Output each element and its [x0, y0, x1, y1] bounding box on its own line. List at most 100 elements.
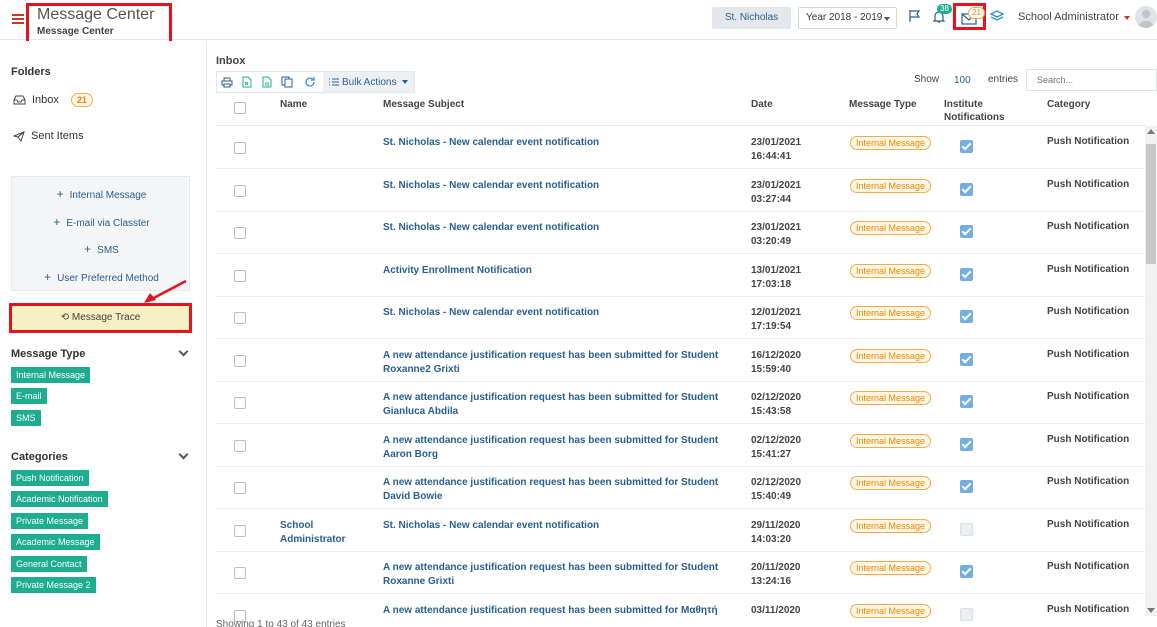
row-checkbox[interactable]	[234, 312, 246, 324]
year-select[interactable]: Year 2018 - 2019	[798, 7, 897, 29]
select-all-checkbox[interactable]	[234, 102, 246, 114]
scroll-down-icon[interactable]	[1147, 608, 1155, 613]
flag-icon[interactable]	[908, 9, 922, 23]
row-subject-link[interactable]: St. Nicholas - New calendar event notifi…	[383, 519, 733, 533]
row-checkbox[interactable]	[234, 524, 246, 537]
table-row[interactable]: St. Nicholas - New calendar event notifi…	[216, 127, 1146, 169]
row-checkbox[interactable]	[234, 567, 246, 579]
row-checkbox[interactable]	[234, 142, 246, 154]
sidebar-item-sent[interactable]: Sent Items	[13, 130, 84, 142]
table-row[interactable]: St. Nicholas - New calendar event notifi…	[216, 212, 1146, 254]
table-scrollbar[interactable]	[1145, 126, 1157, 616]
message-type-badge: Internal Message	[850, 561, 932, 575]
row-subject-link[interactable]: St. Nicholas - New calendar event notifi…	[383, 179, 733, 193]
filter-tag-academic-notification[interactable]: Academic Notification	[11, 491, 108, 507]
bulk-actions-button[interactable]: Bulk Actions	[323, 72, 415, 92]
refresh-button[interactable]	[297, 72, 323, 92]
copy-button[interactable]	[277, 72, 297, 92]
row-checkbox[interactable]	[234, 269, 246, 282]
table-row[interactable]: A new attendance justification request h…	[216, 425, 1146, 467]
folders-heading: Folders	[11, 66, 51, 78]
user-menu-name[interactable]: School Administrator	[1018, 11, 1119, 23]
compose-sms[interactable]: + SMS	[12, 242, 191, 256]
plus-icon: +	[44, 270, 52, 284]
chevron-down-icon[interactable]	[1124, 16, 1130, 20]
row-checkbox[interactable]	[234, 354, 246, 367]
chevron-down-icon[interactable]	[178, 346, 189, 357]
compose-internal-message[interactable]: + Internal Message	[12, 187, 191, 201]
school-selector-button[interactable]: St. Nicholas	[712, 7, 791, 29]
row-date-time: 16:44:41	[751, 151, 792, 162]
row-category: Push Notification	[1047, 433, 1130, 445]
row-subject-link[interactable]: A new attendance justification request h…	[383, 391, 733, 419]
message-type-badge: Internal Message	[850, 306, 932, 320]
table-row[interactable]: A new attendance justification request h…	[216, 552, 1146, 594]
table-row[interactable]: St. Nicholas - New calendar event notifi…	[216, 297, 1146, 339]
table-row[interactable]: School Administrator St. Nicholas - New c…	[216, 510, 1146, 552]
filter-tag-academic-message[interactable]: Academic Message	[11, 534, 100, 550]
row-subject-link[interactable]: St. Nicholas - New calendar event notifi…	[383, 221, 733, 235]
institute-notification-checkbox[interactable]	[960, 267, 973, 281]
filter-tag-push-notification[interactable]: Push Notification	[11, 470, 89, 486]
page-size-select[interactable]: 100	[954, 75, 971, 86]
filter-tag-private-message-2[interactable]: Private Message 2	[11, 577, 96, 593]
scroll-up-icon[interactable]	[1147, 129, 1155, 134]
chevron-down-icon[interactable]	[178, 449, 189, 460]
row-subject-link[interactable]: St. Nicholas - New calendar event notifi…	[383, 306, 733, 320]
layers-icon[interactable]	[990, 9, 1004, 23]
column-header-institute[interactable]: Institute Notifications	[944, 98, 1005, 124]
institute-notification-checkbox[interactable]	[960, 480, 973, 493]
table-row[interactable]: A new attendance justification request h…	[216, 382, 1146, 424]
export-csv-button[interactable]	[257, 72, 277, 92]
print-button[interactable]	[217, 72, 237, 92]
filter-tag-sms[interactable]: SMS	[11, 410, 41, 426]
institute-notification-checkbox[interactable]	[960, 437, 973, 451]
column-header-date[interactable]: Date	[751, 98, 773, 111]
export-excel-button[interactable]	[237, 72, 257, 92]
row-checkbox[interactable]	[234, 184, 246, 197]
filter-tag-email[interactable]: E-mail	[11, 388, 47, 404]
institute-notification-checkbox[interactable]	[960, 522, 973, 536]
table-row[interactable]: Activity Enrollment Notification 13/01/20…	[216, 255, 1146, 297]
institute-notification-checkbox[interactable]	[960, 395, 973, 408]
search-input[interactable]	[1026, 69, 1157, 91]
row-date-time: 17:19:54	[751, 321, 792, 332]
table-row[interactable]: St. Nicholas - New calendar event notifi…	[216, 170, 1146, 212]
avatar[interactable]	[1135, 6, 1157, 28]
institute-notification-checkbox[interactable]	[960, 140, 973, 153]
message-trace-button[interactable]: ⟲ Message Trace	[9, 303, 192, 333]
row-subject-link[interactable]: A new attendance justification request h…	[383, 604, 733, 618]
column-header-name[interactable]: Name	[280, 98, 307, 111]
column-header-subject[interactable]: Message Subject	[383, 98, 464, 111]
row-checkbox[interactable]	[234, 227, 246, 239]
column-header-type[interactable]: Message Type	[849, 98, 917, 111]
table-row[interactable]: A new attendance justification request h…	[216, 340, 1146, 382]
table-row[interactable]: A new attendance justification request h…	[216, 467, 1146, 509]
message-type-badge: Internal Message	[850, 221, 932, 235]
scrollbar-thumb[interactable]	[1146, 144, 1156, 264]
row-checkbox[interactable]	[234, 439, 246, 452]
institute-notification-checkbox[interactable]	[960, 565, 973, 578]
institute-notification-checkbox[interactable]	[960, 225, 973, 238]
institute-notification-checkbox[interactable]	[960, 182, 973, 196]
compose-email[interactable]: + E-mail via Classter	[12, 215, 191, 229]
filter-tag-internal-message[interactable]: Internal Message	[11, 367, 91, 383]
row-subject-link[interactable]: A new attendance justification request h…	[383, 349, 733, 377]
row-checkbox[interactable]	[234, 482, 246, 494]
filter-tag-private-message[interactable]: Private Message	[11, 513, 89, 529]
row-subject-link[interactable]: A new attendance justification request h…	[383, 561, 733, 589]
row-checkbox[interactable]	[234, 397, 246, 409]
sidebar-item-inbox[interactable]: Inbox 21	[13, 93, 93, 107]
row-subject-link[interactable]: Activity Enrollment Notification	[383, 264, 733, 278]
row-subject-link[interactable]: St. Nicholas - New calendar event notifi…	[383, 136, 733, 150]
mail-highlight[interactable]: 21	[953, 3, 986, 30]
institute-notification-checkbox[interactable]	[960, 607, 973, 621]
table-row[interactable]: A new attendance justification request h…	[216, 595, 1146, 627]
row-subject-link[interactable]: A new attendance justification request h…	[383, 434, 733, 462]
institute-notification-checkbox[interactable]	[960, 310, 973, 323]
row-subject-link[interactable]: A new attendance justification request h…	[383, 476, 733, 504]
filter-tag-general-contact[interactable]: General Contact	[11, 556, 87, 572]
menu-icon[interactable]	[12, 14, 24, 24]
institute-notification-checkbox[interactable]	[960, 352, 973, 366]
column-header-category[interactable]: Category	[1047, 98, 1090, 111]
